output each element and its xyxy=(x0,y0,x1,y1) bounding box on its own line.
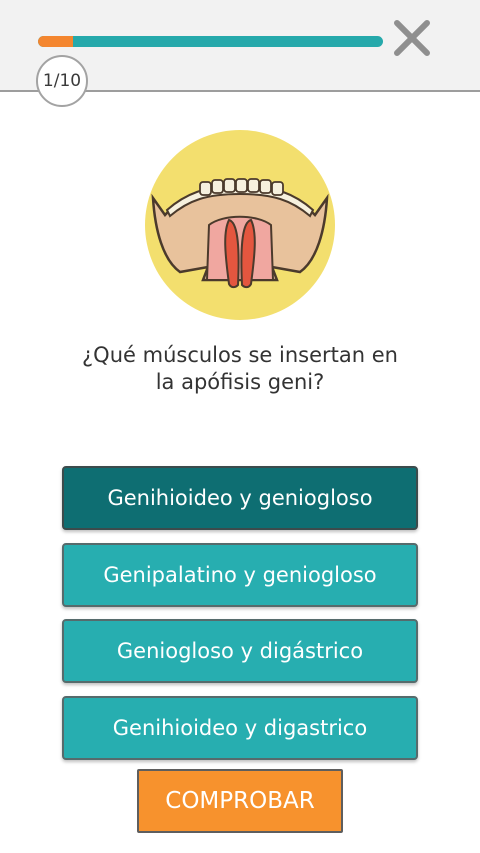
close-icon xyxy=(394,20,430,56)
answer-option-1-label: Genihioideo y geniogloso xyxy=(107,486,373,510)
mandible-illustration xyxy=(145,130,335,320)
question-line-1: ¿Qué músculos se insertan en xyxy=(82,343,398,367)
question-text: ¿Qué músculos se insertan en la apófisis… xyxy=(30,342,450,396)
answer-option-2[interactable]: Genipalatino y geniogloso xyxy=(62,543,418,607)
progress-bar-fill xyxy=(38,36,73,47)
progress-bar xyxy=(38,36,383,47)
answer-option-4[interactable]: Genihioideo y digastrico xyxy=(62,696,418,760)
question-line-2: la apófisis geni? xyxy=(155,370,325,394)
question-counter-text: 1/10 xyxy=(42,71,82,91)
answer-option-1[interactable]: Genihioideo y geniogloso xyxy=(62,466,418,530)
close-button[interactable] xyxy=(392,18,432,58)
question-counter: 1/10 xyxy=(36,55,88,107)
check-button-label: COMPROBAR xyxy=(165,788,315,814)
answer-option-3[interactable]: Geniogloso y digástrico xyxy=(62,619,418,683)
check-button[interactable]: COMPROBAR xyxy=(137,769,343,833)
answer-option-2-label: Genipalatino y geniogloso xyxy=(103,563,377,587)
answer-option-3-label: Geniogloso y digástrico xyxy=(116,639,364,663)
answer-option-4-label: Genihioideo y digastrico xyxy=(112,716,368,740)
